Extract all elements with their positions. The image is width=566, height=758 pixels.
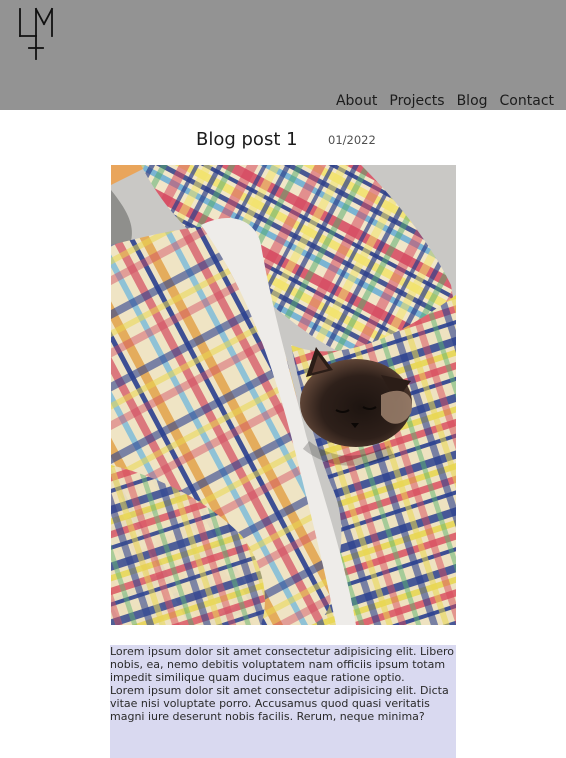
nav-contact-link[interactable]: Contact bbox=[500, 93, 554, 109]
post-paragraph: Lorem ipsum dolor sit amet consectetur a… bbox=[110, 645, 454, 684]
post-photo bbox=[111, 165, 456, 625]
post-title: Blog post 1 bbox=[196, 129, 298, 150]
nav-about-link[interactable]: About bbox=[336, 93, 377, 109]
lm-monogram-logo[interactable] bbox=[16, 6, 56, 62]
post-paragraph: Lorem ipsum dolor sit amet consectetur a… bbox=[110, 684, 449, 723]
main-nav: About Projects Blog Contact bbox=[336, 93, 554, 109]
site-header: About Projects Blog Contact bbox=[0, 0, 566, 110]
cat-photo-image bbox=[111, 165, 456, 625]
post-date: 01/2022 bbox=[328, 133, 376, 147]
nav-projects-link[interactable]: Projects bbox=[389, 93, 444, 109]
post-body: Lorem ipsum dolor sit amet consectetur a… bbox=[110, 645, 456, 758]
nav-blog-link[interactable]: Blog bbox=[457, 93, 488, 109]
